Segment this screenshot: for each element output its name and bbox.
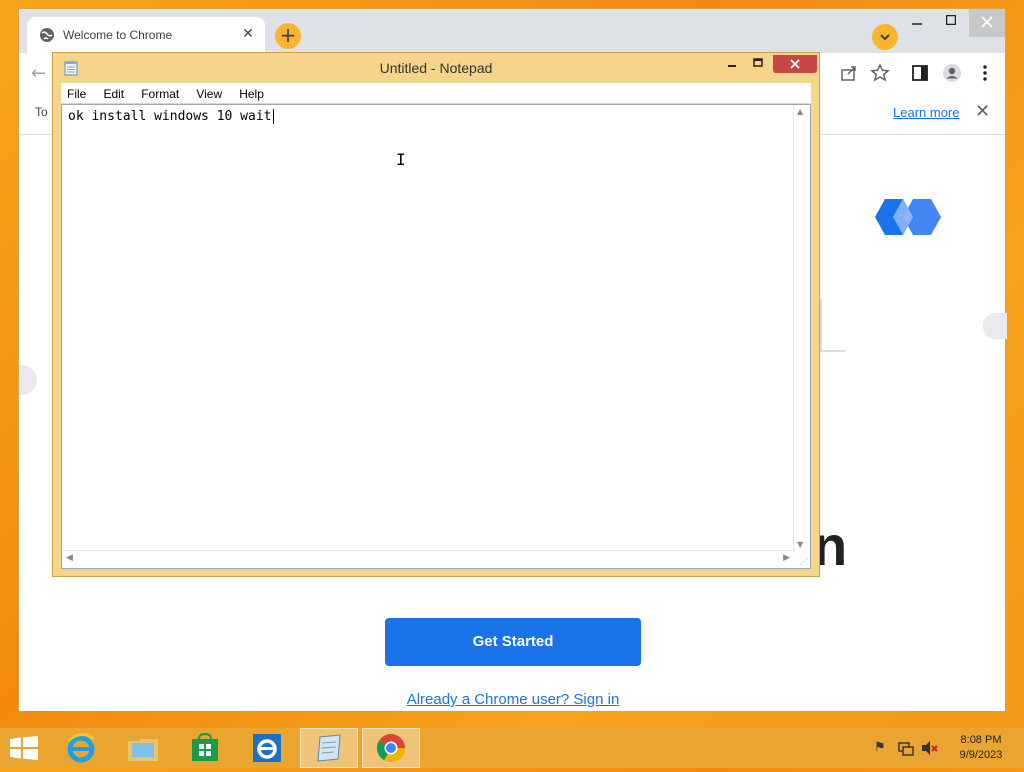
tab-strip: Welcome to Chrome ✕ + xyxy=(19,9,1005,53)
internet-explorer-icon xyxy=(66,733,95,763)
window-minimize-button[interactable] xyxy=(899,9,935,37)
close-icon xyxy=(790,59,800,69)
profile-avatar-icon[interactable] xyxy=(942,63,962,83)
window-maximize-button[interactable] xyxy=(933,9,969,37)
taskbar-notepad[interactable] xyxy=(300,728,358,768)
infobar-close-icon[interactable]: ✕ xyxy=(975,101,990,122)
menu-file[interactable]: File xyxy=(61,84,92,101)
taskbar: ⚑ 8:08 PM 9/9/2023 xyxy=(0,728,1024,768)
new-tab-button[interactable]: + xyxy=(275,23,301,49)
notepad-maximize-button[interactable] xyxy=(745,55,771,73)
more-menu-icon[interactable] xyxy=(975,63,995,83)
windows-start-icon[interactable] xyxy=(10,736,38,760)
chevron-down-icon xyxy=(880,34,890,41)
notepad-text-line: ok install windows 10 wait xyxy=(68,109,274,124)
maximize-icon xyxy=(753,58,763,67)
globe-icon xyxy=(40,28,54,42)
back-arrow-icon[interactable]: ← xyxy=(31,63,46,84)
clock-time: 8:08 PM xyxy=(960,734,1002,746)
taskbar-internet-explorer[interactable] xyxy=(52,728,110,768)
menu-edit[interactable]: Edit xyxy=(97,84,130,101)
tab-title: Welcome to Chrome xyxy=(63,28,173,42)
notepad-titlebar[interactable]: Untitled - Notepad xyxy=(53,53,819,83)
notepad-close-button[interactable] xyxy=(773,55,817,73)
scroll-down-icon[interactable]: ▼ xyxy=(797,540,803,549)
notepad-icon xyxy=(317,734,341,762)
tab-close-icon[interactable]: ✕ xyxy=(239,25,257,43)
network-icon[interactable] xyxy=(898,740,914,756)
minimize-icon xyxy=(912,23,922,25)
text-caret xyxy=(272,109,274,124)
scroll-right-icon[interactable]: ▶ xyxy=(783,553,790,563)
infobar-text: To xyxy=(35,105,48,119)
horizontal-scrollbar[interactable]: ◀ ▶ xyxy=(62,550,794,568)
resize-grip-icon[interactable]: ⋰ xyxy=(800,557,808,566)
scroll-up-icon[interactable]: ▲ xyxy=(797,107,803,116)
notepad-minimize-button[interactable] xyxy=(719,55,745,73)
welcome-decoration-icon xyxy=(875,199,941,235)
mouse-ibeam-cursor-icon: I xyxy=(396,150,406,169)
menu-help[interactable]: Help xyxy=(233,84,270,101)
get-started-button[interactable]: Get Started xyxy=(385,618,641,666)
learn-more-link[interactable]: Learn more xyxy=(893,105,959,120)
share-icon[interactable] xyxy=(839,63,859,83)
store-icon xyxy=(192,732,218,761)
notepad-text-area[interactable]: ok install windows 10 wait ▲ ▼ ◀ ▶ ⋰ xyxy=(61,104,811,569)
minimize-icon xyxy=(728,65,736,67)
bookmark-star-icon[interactable] xyxy=(870,63,890,83)
tab-search-button[interactable] xyxy=(872,24,898,50)
scroll-left-icon[interactable]: ◀ xyxy=(66,553,73,563)
vertical-scrollbar[interactable]: ▲ ▼ xyxy=(793,105,810,551)
volume-muted-icon[interactable] xyxy=(921,740,939,756)
folder-icon xyxy=(128,736,158,761)
laptop-illustration-icon xyxy=(820,299,845,352)
taskbar-chrome[interactable] xyxy=(362,728,420,768)
decorative-shape-left xyxy=(19,365,37,395)
tab-welcome[interactable]: Welcome to Chrome ✕ xyxy=(27,17,265,53)
ie-tile-icon xyxy=(253,734,281,762)
close-icon xyxy=(981,16,993,28)
system-clock[interactable]: 8:08 PM 9/9/2023 xyxy=(948,733,1014,763)
chrome-icon xyxy=(377,734,405,762)
notepad-window: Untitled - Notepad File Edit Format View… xyxy=(52,52,820,577)
maximize-icon xyxy=(945,14,957,26)
sign-in-link[interactable]: Already a Chrome user? Sign in xyxy=(401,691,625,708)
window-close-button[interactable] xyxy=(969,9,1005,37)
notepad-text-content: ok install windows 10 wait xyxy=(68,109,272,124)
taskbar-ie-alt[interactable] xyxy=(238,728,296,768)
notepad-title: Untitled - Notepad xyxy=(379,60,493,76)
decorative-shape xyxy=(983,313,1007,339)
notepad-menubar: File Edit Format View Help xyxy=(61,83,811,103)
clock-date: 9/9/2023 xyxy=(959,749,1003,761)
side-panel-icon[interactable] xyxy=(910,63,930,83)
menu-format[interactable]: Format xyxy=(135,84,185,101)
action-center-flag-icon[interactable]: ⚑ xyxy=(874,740,886,755)
taskbar-file-explorer[interactable] xyxy=(114,728,172,768)
taskbar-store[interactable] xyxy=(176,728,234,768)
menu-view[interactable]: View xyxy=(190,84,228,101)
